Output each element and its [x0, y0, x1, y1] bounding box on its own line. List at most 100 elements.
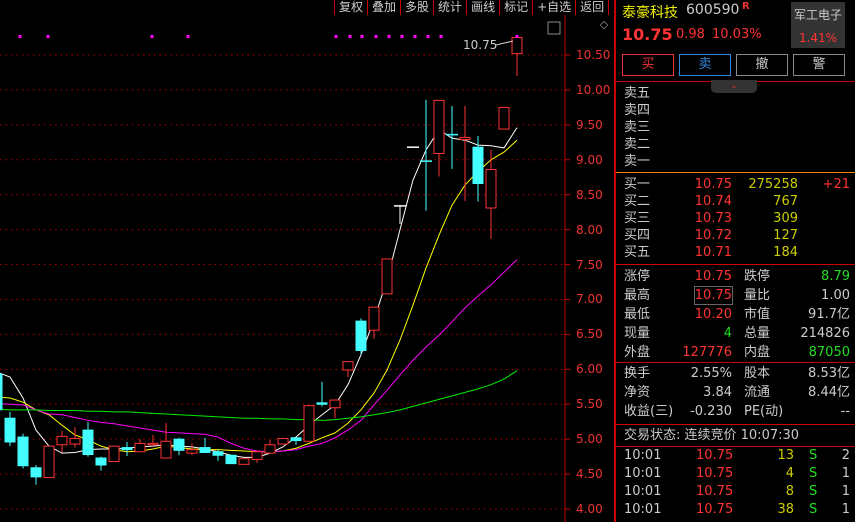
bid-row: 买五 10.71 184 [624, 244, 850, 261]
event-markers [18, 35, 519, 38]
bid-volume: 184 [773, 245, 798, 260]
fund-label: 净资 [624, 385, 651, 400]
sector-name: 军工电子 [793, 8, 842, 22]
event-dot [334, 35, 338, 38]
stat-value: 214826 [800, 326, 850, 341]
ask-row: 卖五 [624, 85, 850, 102]
bid-price: 10.71 [694, 245, 732, 260]
candle [212, 449, 224, 461]
tick-time: 10:01 [624, 466, 662, 481]
event-dot [186, 35, 190, 38]
sector-pct: 1.41% [798, 31, 838, 45]
stat-value: 1.00 [821, 288, 850, 303]
tick-volume: 8 [785, 484, 794, 499]
toolbar-add-watchlist[interactable]: +自选 [533, 0, 577, 15]
fund-label: PE(动) [744, 404, 784, 419]
tick-time: 10:01 [624, 484, 662, 499]
candle-body [459, 136, 471, 141]
kline-chart[interactable]: ◇ 10.75 [0, 0, 615, 522]
ask-row: 卖二 [624, 136, 850, 153]
ask-label: 卖三 [624, 120, 651, 135]
quote-panel: 泰豪科技 600590 R 10.75 0.98 10.03% 军工电子 1.4… [614, 0, 855, 522]
tick-count: 1 [841, 502, 850, 517]
fund-value: -0.230 [690, 404, 732, 419]
candle [446, 105, 458, 169]
stat-label: 最高 [624, 288, 651, 303]
cancel-order-button[interactable]: 撤 [736, 54, 788, 76]
ask-label: 卖四 [624, 103, 651, 118]
stat-label: 量比 [744, 288, 771, 303]
candle-body [251, 451, 263, 460]
buy-button[interactable]: 买 [622, 54, 674, 76]
panel-toggle-icon[interactable] [547, 21, 561, 35]
candle-body [472, 146, 484, 185]
ma-line-ma10 [0, 139, 518, 453]
stat-label: 现量 [624, 326, 651, 341]
candle-body [17, 436, 29, 467]
stat-value: 87050 [808, 345, 850, 360]
toolbar-stats[interactable]: 统计 [434, 0, 468, 15]
candle-body [498, 106, 510, 130]
candle-body [0, 373, 3, 411]
tick-row: 10:01 10.75 4 S 1 [624, 465, 850, 482]
event-dot [150, 35, 154, 38]
candle-body [368, 306, 380, 331]
bid-volume: 275258 [748, 177, 798, 192]
stat-value: 4 [723, 326, 732, 341]
bid-row: 买四 10.72 127 [624, 227, 850, 244]
stat-value: 10.75 [694, 269, 732, 284]
toolbar-back[interactable]: 返回 [576, 0, 610, 15]
alert-button[interactable]: 警 [793, 54, 845, 76]
tick-volume: 38 [777, 502, 794, 517]
candle-body [212, 451, 224, 456]
tick-row: 10:01 10.75 13 S 2 [624, 447, 850, 464]
last-price-annotation: 10.75 [463, 38, 497, 52]
ma-line-ma5 [0, 127, 518, 458]
toolbar-fuquan[interactable]: 复权 [335, 0, 369, 15]
toolbar-draw-line[interactable]: 画线 [467, 0, 501, 15]
tick-side: S [809, 502, 818, 517]
tick-count: 2 [841, 448, 850, 463]
price-change-pct: 10.03% [712, 27, 762, 42]
y-tick-label: 7.50 [576, 257, 603, 272]
fund-label: 收益(三) [624, 404, 674, 419]
stat-label: 市值 [744, 307, 771, 322]
y-tick-label: 9.50 [576, 117, 603, 132]
diamond-icon[interactable]: ◇ [600, 18, 609, 31]
stat-label: 涨停 [624, 269, 651, 284]
trade-status: 交易状态: 连续竞价 10:07:30 [624, 428, 800, 443]
ma-line-ma60 [0, 370, 518, 421]
divider [616, 424, 855, 425]
y-tick-label: 8.00 [576, 222, 603, 237]
candle-body [30, 467, 42, 478]
fund-label: 流通 [744, 385, 771, 400]
price-change: 0.98 [676, 27, 705, 42]
bid-price: 10.73 [694, 211, 732, 226]
candle [316, 381, 328, 407]
candle [290, 437, 302, 445]
ask-row: 卖一 [624, 153, 850, 170]
candle [0, 373, 3, 411]
event-dot [426, 35, 430, 38]
toolbar-multi-stock[interactable]: 多股 [401, 0, 435, 15]
fund-value: 2.55% [690, 366, 732, 381]
toolbar-mark[interactable]: 标记 [500, 0, 534, 15]
candle-body [186, 449, 198, 454]
candle [277, 437, 289, 445]
toolbar-overlay[interactable]: 叠加 [368, 0, 402, 15]
tick-row: 10:01 10.75 38 S 1 [624, 501, 850, 518]
bid-row: 买三 10.73 309 [624, 210, 850, 227]
bid-row: 买一 10.75 275258 +21 [624, 176, 850, 193]
sell-button[interactable]: 卖 [679, 54, 731, 76]
candle [95, 456, 107, 471]
event-dot [348, 35, 352, 38]
event-dot [46, 35, 50, 38]
sector-button[interactable]: 军工电子 1.41% [791, 2, 845, 48]
tick-price: 10.75 [696, 448, 734, 463]
bid-price: 10.75 [694, 177, 732, 192]
tick-price: 10.75 [696, 502, 734, 517]
stat-row: 现量 4 总量 214826 [624, 325, 850, 342]
candle-body [277, 437, 289, 445]
event-dot [439, 35, 443, 38]
candle [4, 411, 16, 447]
